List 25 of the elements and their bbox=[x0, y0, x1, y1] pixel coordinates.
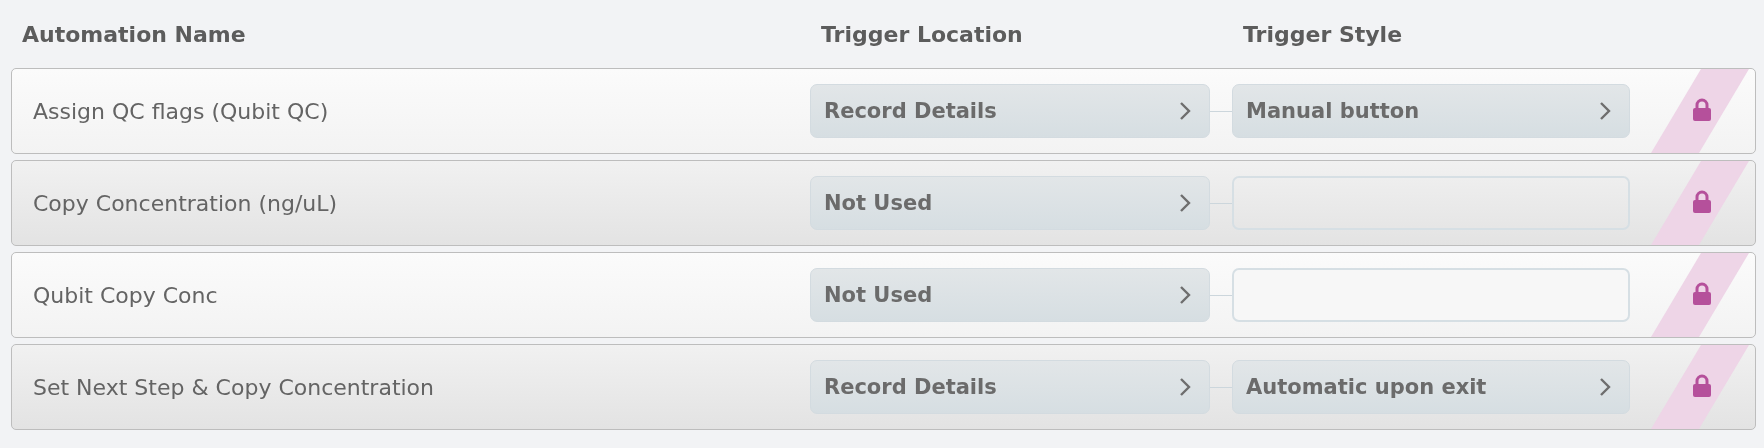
trigger-style-button[interactable]: Manual button bbox=[1232, 84, 1630, 138]
automation-name: Set Next Step & Copy Concentration bbox=[33, 374, 435, 400]
automation-name: Qubit Copy Conc bbox=[33, 282, 218, 308]
trigger-style-field[interactable] bbox=[1232, 268, 1630, 322]
trigger-location-button[interactable]: Not Used bbox=[810, 268, 1210, 322]
automation-row[interactable]: Set Next Step & Copy Concentration Record Details Automatic upon exit bbox=[11, 344, 1756, 430]
automation-name-header: Automation Name bbox=[22, 21, 246, 47]
automation-row[interactable]: Qubit Copy Conc Not Used bbox=[11, 252, 1756, 338]
trigger-style-header: Trigger Style bbox=[1243, 21, 1403, 47]
trigger-location-header: Trigger Location bbox=[821, 21, 1023, 47]
automation-name: Copy Concentration (ng/uL) bbox=[33, 190, 338, 216]
trigger-location-button[interactable]: Not Used bbox=[810, 176, 1210, 230]
trigger-location-button[interactable]: Record Details bbox=[810, 360, 1210, 414]
chevron-icon bbox=[1179, 285, 1191, 305]
chevron-icon bbox=[1179, 193, 1191, 213]
chevron-icon bbox=[1599, 377, 1611, 397]
chevron-icon bbox=[1599, 101, 1611, 121]
automation-row[interactable]: Assign QC flags (Qubit QC) Record Details Manual button bbox=[11, 68, 1756, 154]
automation-row[interactable]: Copy Concentration (ng/uL) Not Used bbox=[11, 160, 1756, 246]
chevron-icon bbox=[1179, 101, 1191, 121]
trigger-style-field[interactable] bbox=[1232, 176, 1630, 230]
trigger-location-button[interactable]: Record Details bbox=[810, 84, 1210, 138]
trigger-style-button[interactable]: Automatic upon exit bbox=[1232, 360, 1630, 414]
automation-name: Assign QC flags (Qubit QC) bbox=[33, 98, 329, 124]
chevron-icon bbox=[1179, 377, 1191, 397]
